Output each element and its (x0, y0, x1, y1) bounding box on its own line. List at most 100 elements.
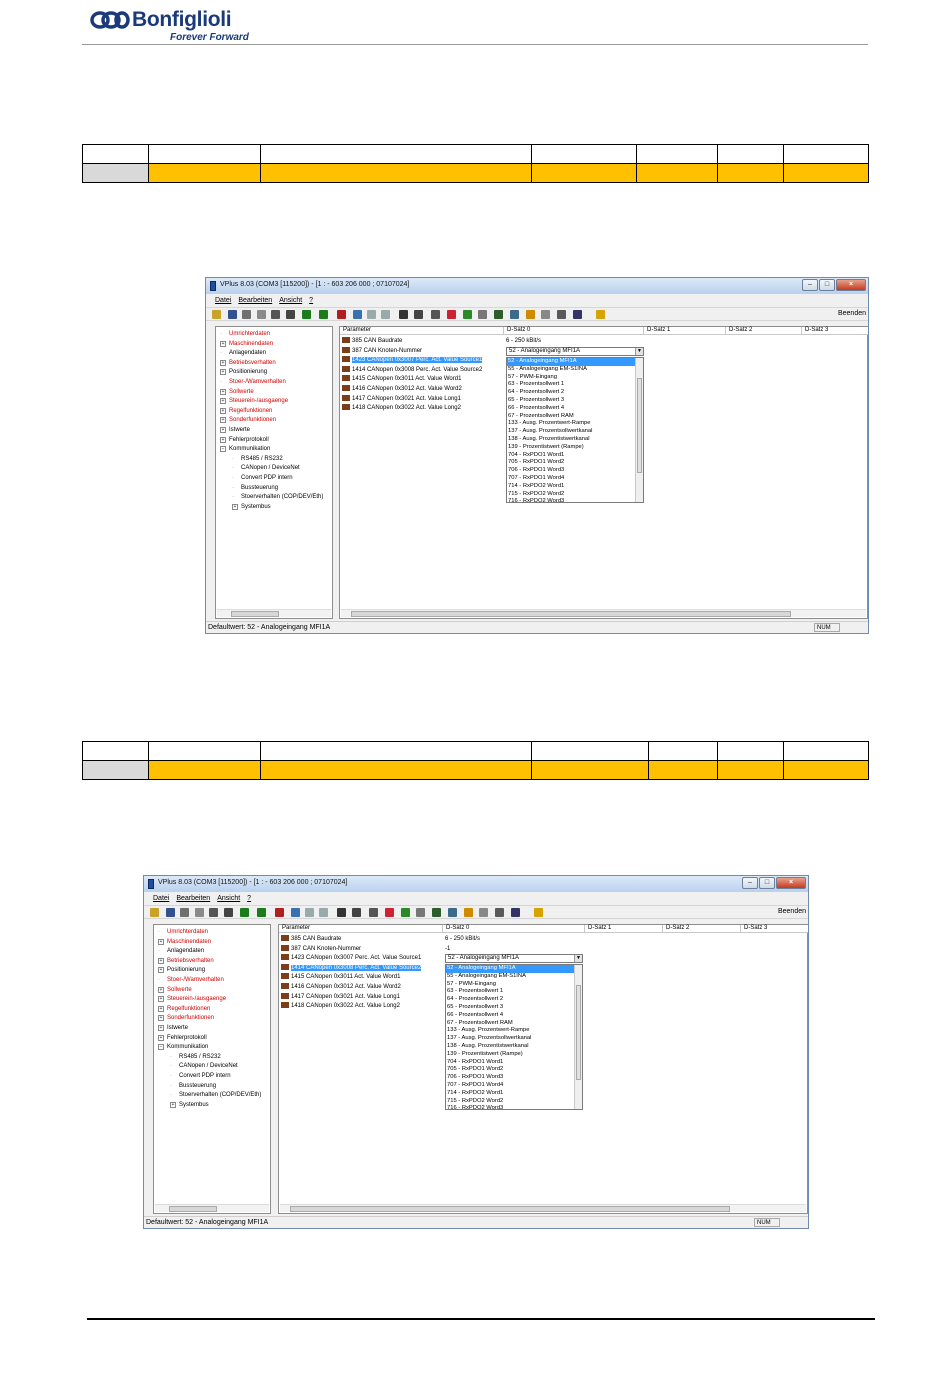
edit-icon[interactable] (416, 908, 425, 917)
tree-item[interactable]: · Bussteuerung (170, 1082, 216, 1090)
parameter-row[interactable]: 1417 CANopen 0x3021 Act. Value Long1 (342, 394, 461, 403)
remove-param-icon[interactable] (275, 908, 284, 917)
dropdown-option[interactable]: 707 - RxPDO1 Word4 (507, 475, 643, 483)
column-header[interactable]: D-Satz 2 (726, 327, 802, 335)
parameter-grid[interactable]: Parameter D-Satz 0 D-Satz 1 D-Satz 2 D-Satz … (278, 924, 808, 1214)
expand-icon[interactable]: + (220, 417, 226, 424)
scrollbar-thumb[interactable] (576, 985, 581, 1080)
expand-icon[interactable]: + (158, 957, 164, 964)
horizontal-scrollbar[interactable] (341, 609, 866, 617)
tree-item[interactable]: · Anlagendaten (158, 947, 204, 955)
dropdown-option[interactable]: 714 - RxPDO2 Word1 (507, 483, 643, 491)
remove-param-icon[interactable] (337, 310, 346, 319)
column-header[interactable]: D-Satz 0 (504, 327, 644, 335)
dropdown-option[interactable]: 63 - Prozentsollwert 1 (507, 381, 643, 389)
expand-icon[interactable]: + (220, 436, 226, 443)
tree-item[interactable]: · RS485 / RS232 (170, 1053, 221, 1061)
calculator-icon[interactable] (510, 310, 519, 319)
column-header[interactable]: D-Satz 1 (644, 327, 726, 335)
tree-item[interactable]: + Systembus (232, 503, 271, 511)
parameter-row[interactable]: 1417 CANopen 0x3021 Act. Value Long1 (281, 992, 400, 1001)
menu-item[interactable]: Datei (215, 297, 231, 304)
tree-item[interactable]: · Anlagendaten (220, 349, 266, 357)
dropdown-option[interactable]: 67 - Prozentsollwert RAM (507, 413, 643, 421)
search-icon[interactable] (353, 310, 362, 319)
scrollbar-thumb[interactable] (169, 1206, 217, 1212)
column-header[interactable]: D-Satz 1 (585, 925, 663, 933)
tree-item[interactable]: · CANopen / DeviceNet (170, 1062, 238, 1070)
parameter-row[interactable]: 1416 CANopen 0x3012 Act. Value Word2 (281, 983, 401, 991)
compare-icon[interactable] (209, 908, 218, 917)
expand-icon[interactable]: + (220, 340, 226, 347)
title-bar[interactable]: VPlus 8.03 (COM3 [115200]) - [1 : - 603 … (206, 278, 868, 294)
save-icon[interactable] (228, 310, 237, 319)
tree-item[interactable]: + Systembus (170, 1101, 209, 1109)
tree-item[interactable]: + Sollwerte (220, 388, 254, 396)
calculator-icon[interactable] (448, 908, 457, 917)
dropdown-option[interactable]: 704 - RxPDO1 Word1 (446, 1059, 582, 1067)
parameter-grid[interactable]: Parameter D-Satz 0 D-Satz 1 D-Satz 2 D-Satz … (339, 326, 868, 619)
search-icon[interactable] (291, 908, 300, 917)
print-icon[interactable] (242, 310, 251, 319)
tree-item[interactable]: − Kommunikation (158, 1043, 208, 1051)
tree-item[interactable]: + Sonderfunktionen (158, 1014, 214, 1022)
dropdown-list[interactable]: 52 - Analogeingang MFI1A 55 - Analogeinga… (506, 357, 644, 503)
chip-icon[interactable] (432, 908, 441, 917)
trace-icon[interactable] (511, 908, 520, 917)
value-select[interactable]: 52 - Analogeingang MFI1A ▼ (445, 954, 583, 963)
dropdown-option[interactable]: 64 - Prozentsollwert 2 (507, 389, 643, 397)
parameter-row[interactable]: 385 CAN Baudrate (281, 935, 341, 943)
dropdown-option[interactable]: 138 - Ausg. Prozentistwertkanal (446, 1043, 582, 1051)
dropdown-option[interactable]: 55 - Analogeingang EM-S1INA (507, 366, 643, 374)
column-header[interactable]: Parameter (279, 925, 443, 933)
tree-item[interactable]: + Sollwerte (158, 986, 192, 994)
parameter-tree[interactable]: · Umrichterdaten + Maschinendaten · Anlagenda… (153, 924, 271, 1214)
tree-item[interactable]: + Istwerte (158, 1024, 188, 1032)
undo-icon[interactable] (305, 908, 314, 917)
tree-item[interactable]: · Stoer-/Warnverhalten (158, 976, 224, 984)
key-icon[interactable] (495, 908, 504, 917)
column-header[interactable]: D-Satz 3 (741, 925, 808, 933)
column-header[interactable]: Parameter (340, 327, 504, 335)
horizontal-scrollbar[interactable] (155, 1204, 269, 1212)
tree-item[interactable]: + Betriebsverhalten (220, 359, 276, 367)
parameter-row[interactable]: 1423 CANopen 0x3007 Perc. Act. Value Sou… (342, 356, 483, 364)
menu-item[interactable]: Datei (153, 895, 169, 902)
tree-item[interactable]: + Regelfunktionen (158, 1005, 210, 1013)
tree-item[interactable]: − Kommunikation (220, 445, 270, 453)
exit-button[interactable]: Beenden (778, 908, 806, 915)
close-icon[interactable]: × (836, 279, 866, 291)
parameter-row[interactable]: 1414 CANopen 0x3008 Perc. Act. Value Sou… (281, 963, 422, 972)
open-folder-icon[interactable] (212, 310, 221, 319)
maximize-icon[interactable]: □ (819, 279, 835, 291)
expand-icon[interactable]: + (158, 1015, 164, 1022)
dropdown-option[interactable]: 716 - RxPDO2 Word3 (446, 1105, 582, 1109)
tree-item[interactable]: · Stoer-/Warnverhalten (220, 378, 286, 386)
tree-item[interactable]: + Steuerein-/ausgaenge (158, 995, 226, 1003)
signal-icon[interactable] (464, 908, 473, 917)
expand-icon[interactable]: + (158, 938, 164, 945)
tree-item[interactable]: + Sonderfunktionen (220, 416, 276, 424)
dropdown-option[interactable]: 64 - Prozentsollwert 2 (446, 996, 582, 1004)
redo-icon[interactable] (381, 310, 390, 319)
edit-icon[interactable] (478, 310, 487, 319)
parameter-value[interactable]: 6 - 250 kBit/s (445, 935, 480, 943)
parameter-value[interactable]: 6 - 250 kBit/s (506, 337, 541, 345)
expand-icon[interactable]: + (220, 388, 226, 395)
collapse-icon[interactable]: − (220, 446, 226, 453)
menu-item[interactable]: Ansicht (217, 895, 240, 902)
key-icon[interactable] (557, 310, 566, 319)
parameter-row[interactable]: 387 CAN Knoten-Nummer (281, 944, 361, 953)
dropdown-option[interactable]: 715 - RxPDO2 Word2 (507, 491, 643, 499)
tree-item[interactable]: + Maschinendaten (220, 340, 273, 348)
dropdown-option[interactable]: 133 - Ausg. Prozentwert-Rampe (507, 420, 643, 428)
monitor-icon[interactable] (431, 310, 440, 319)
dropdown-option[interactable]: 52 - Analogeingang MFI1A (446, 965, 582, 973)
menu-item[interactable]: Bearbeiten (176, 895, 210, 902)
menu-item[interactable]: ? (309, 297, 313, 304)
print-icon[interactable] (180, 908, 189, 917)
dropdown-option[interactable]: 716 - RxPDO2 Word3 (507, 498, 643, 502)
scrollbar-thumb[interactable] (290, 1206, 730, 1212)
oscilloscope-icon[interactable] (463, 310, 472, 319)
vertical-scrollbar[interactable] (635, 358, 643, 502)
